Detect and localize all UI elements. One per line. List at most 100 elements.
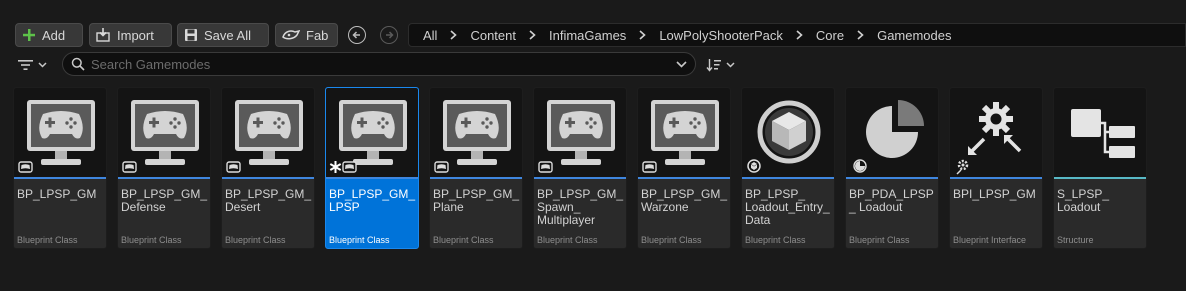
asset-type-label: Blueprint Class (849, 235, 910, 245)
search-box (62, 52, 696, 76)
add-button[interactable]: Add (15, 23, 83, 47)
asset-thumbnail (742, 88, 834, 177)
asset-type-color-bar (950, 177, 1042, 179)
breadcrumb-item[interactable]: LowPolyShooterPack (659, 28, 783, 43)
asset-tile[interactable]: BP_LPSP_GM_ Plane Blueprint Class (429, 87, 523, 249)
import-button[interactable]: Import (89, 23, 172, 47)
filter-row (0, 52, 1186, 76)
save-all-button[interactable]: Save All (177, 23, 269, 47)
filter-icon (18, 60, 33, 70)
asset-tile-selected[interactable]: BP_LPSP_GM_ LPSP Blueprint Class (325, 87, 419, 249)
search-icon (71, 57, 85, 71)
asset-type-label: Blueprint Class (225, 235, 286, 245)
asset-tile[interactable]: BP_LPSP_GM_ Warzone Blueprint Class (637, 87, 731, 249)
breadcrumb-item[interactable]: InfimaGames (549, 28, 626, 43)
fab-button[interactable]: Fab (275, 23, 338, 47)
asset-type-color-bar (742, 177, 834, 179)
plus-icon (23, 29, 35, 41)
asset-type-color-bar (638, 177, 730, 179)
search-input[interactable] (91, 56, 651, 72)
asset-tile[interactable]: BP_LPSP_GM_ Defense Blueprint Class (117, 87, 211, 249)
asset-name: BP_LPSP_GM_ Warzone (641, 187, 728, 214)
fab-icon (282, 29, 300, 40)
chevron-right-icon[interactable] (796, 30, 803, 40)
history-forward-button[interactable] (380, 26, 398, 44)
save-all-label: Save All (204, 27, 251, 43)
asset-tile[interactable]: BP_LPSP_GM_ Desert Blueprint Class (221, 87, 315, 249)
sort-dropdown-button[interactable] (706, 56, 740, 74)
asset-type-color-bar (430, 177, 522, 179)
gamepad-monitor-icon (434, 100, 511, 173)
interface-gear-icon (956, 102, 1022, 175)
asset-tile[interactable]: BP_LPSP_ Loadout_Entry_ Data Blueprint C… (741, 87, 835, 249)
filter-dropdown-button[interactable] (18, 56, 52, 74)
asset-thumbnail (1054, 88, 1146, 177)
asset-type-label: Blueprint Class (121, 235, 182, 245)
asset-thumbnail (118, 88, 210, 177)
asset-type-color-bar (846, 177, 938, 179)
asset-type-label: Blueprint Class (329, 235, 390, 245)
chevron-down-icon[interactable] (676, 61, 687, 68)
structure-icon (1071, 109, 1135, 158)
asset-thumbnail (326, 88, 418, 177)
content-browser-toolbar: Add Import Save All Fab All Content Infi… (0, 0, 1186, 50)
import-icon (96, 28, 110, 42)
asset-type-label: Structure (1057, 235, 1094, 245)
gamepad-monitor-icon (122, 100, 199, 173)
asset-name: BP_LPSP_GM (17, 187, 97, 201)
asset-tile[interactable]: BP_LPSP_GM Blueprint Class (13, 87, 107, 249)
asset-thumbnail (950, 88, 1042, 177)
asset-type-label: Blueprint Class (537, 235, 598, 245)
import-label: Import (117, 27, 154, 43)
modified-asterisk-icon (329, 161, 342, 173)
asset-name: BPI_LPSP_GM (953, 187, 1036, 201)
breadcrumb-item[interactable]: Gamemodes (877, 28, 951, 43)
asset-thumbnail (14, 88, 106, 177)
asset-type-label: Blueprint Class (17, 235, 78, 245)
asset-type-color-bar (534, 177, 626, 179)
asset-name: S_LPSP_ Loadout (1057, 187, 1110, 214)
asset-name: BP_LPSP_GM_ LPSP (329, 187, 416, 214)
asset-type-label: Blueprint Class (641, 235, 702, 245)
asset-name: BP_LPSP_GM_ Defense (121, 187, 208, 214)
asset-type-label: Blueprint Class (433, 235, 494, 245)
arrow-right-icon (386, 31, 394, 39)
asset-name: BP_LPSP_GM_ Desert (225, 187, 312, 214)
asset-name: BP_PDA_LPSP_ Loadout (849, 187, 934, 214)
chevron-down-icon (38, 62, 47, 68)
gamepad-monitor-icon (538, 100, 615, 173)
asset-tile[interactable]: BPI_LPSP_GM Blueprint Interface (949, 87, 1043, 249)
pie-chart-icon (853, 100, 924, 173)
asset-tile[interactable]: BP_PDA_LPSP_ Loadout Blueprint Class (845, 87, 939, 249)
asset-name: BP_LPSP_ Loadout_Entry_ Data (745, 187, 830, 227)
history-back-button[interactable] (348, 26, 366, 44)
asset-thumbnail (846, 88, 938, 177)
breadcrumb: All Content InfimaGames LowPolyShooterPa… (408, 23, 1186, 47)
add-label: Add (42, 27, 66, 43)
chevron-right-icon[interactable] (857, 30, 864, 40)
asset-type-color-bar (222, 177, 314, 179)
gamepad-monitor-icon (18, 100, 95, 173)
gamepad-monitor-icon (226, 100, 303, 173)
asset-name: BP_LPSP_GM_ Plane (433, 187, 520, 214)
gamepad-monitor-icon (642, 100, 719, 173)
chevron-right-icon[interactable] (450, 30, 458, 40)
asset-tile[interactable]: S_LPSP_ Loadout Structure (1053, 87, 1147, 249)
asset-thumbnail (430, 88, 522, 177)
chevron-down-icon (726, 62, 735, 68)
asset-tile[interactable]: BP_LPSP_GM_ Spawn_ Multiplayer Blueprint… (533, 87, 627, 249)
chevron-right-icon[interactable] (639, 30, 647, 40)
breadcrumb-item[interactable]: Core (816, 28, 844, 43)
asset-type-color-bar (118, 177, 210, 179)
arrow-left-icon (352, 31, 360, 39)
breadcrumb-item[interactable]: Content (470, 28, 516, 43)
cube-sphere-icon (747, 100, 821, 173)
asset-thumbnail (534, 88, 626, 177)
breadcrumb-item[interactable]: All (423, 28, 437, 43)
asset-type-color-bar (14, 177, 106, 179)
gamepad-monitor-icon (329, 100, 407, 173)
chevron-right-icon[interactable] (529, 30, 536, 40)
asset-name: BP_LPSP_GM_ Spawn_ Multiplayer (537, 187, 624, 227)
asset-thumbnail (222, 88, 314, 177)
fab-label: Fab (306, 27, 329, 43)
